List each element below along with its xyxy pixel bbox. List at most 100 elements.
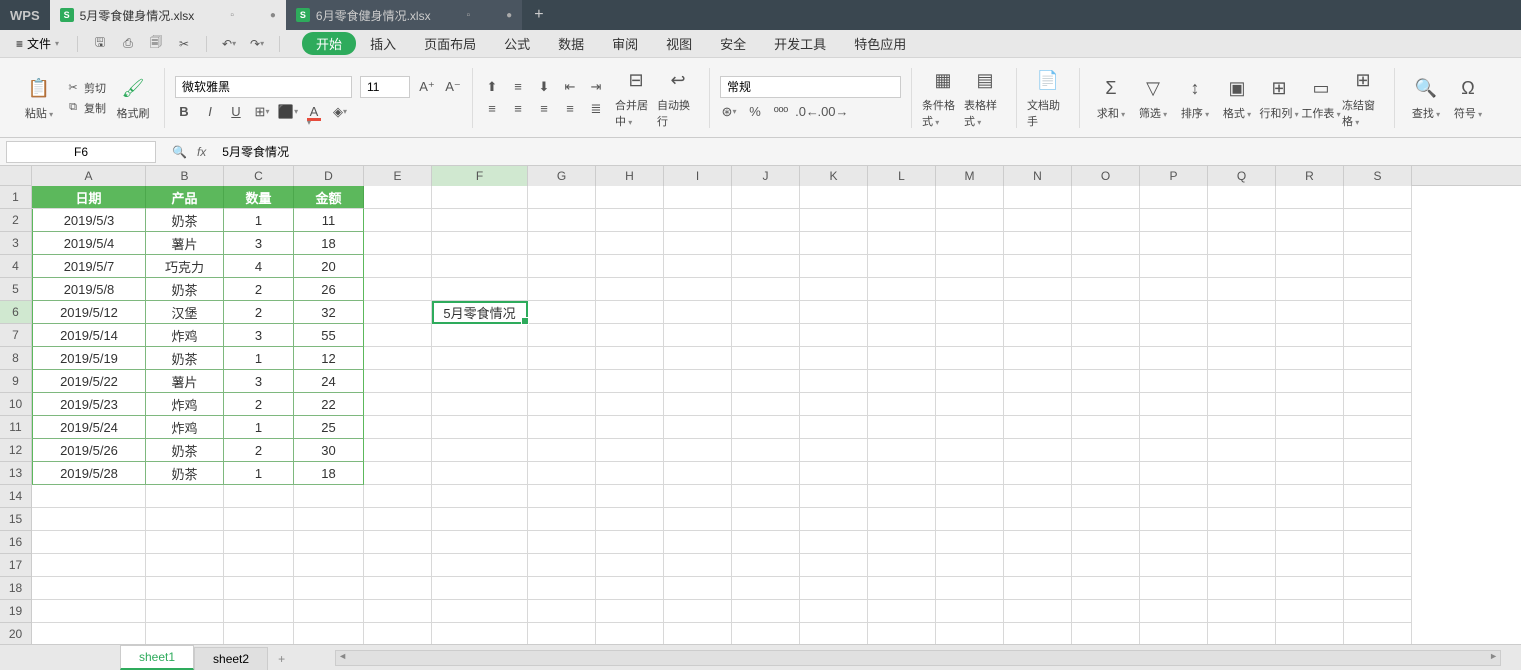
sheet-tab-2[interactable]: sheet2 (194, 647, 268, 670)
cell[interactable] (1072, 577, 1140, 600)
cell[interactable] (664, 439, 732, 462)
cell[interactable] (528, 186, 596, 209)
format-painter-button[interactable]: 🖌 格式刷 (112, 75, 154, 121)
cell[interactable] (1208, 370, 1276, 393)
cell[interactable] (1344, 278, 1412, 301)
cell[interactable]: 奶茶 (146, 462, 224, 485)
cell[interactable]: 奶茶 (146, 278, 224, 301)
cut-button[interactable]: ✂剪切 (66, 80, 106, 96)
cell[interactable] (1276, 554, 1344, 577)
cell[interactable]: 11 (294, 209, 364, 232)
cell[interactable] (732, 554, 800, 577)
column-header-M[interactable]: M (936, 166, 1004, 186)
cell[interactable]: 2019/5/19 (32, 347, 146, 370)
tab-close-icon[interactable]: ● (270, 10, 276, 21)
cell[interactable] (732, 462, 800, 485)
cell[interactable] (596, 577, 664, 600)
cell[interactable] (294, 623, 364, 644)
decimal-inc-icon[interactable]: .0← (798, 104, 816, 120)
cell[interactable]: 20 (294, 255, 364, 278)
cell[interactable] (1004, 600, 1072, 623)
cell[interactable]: 产品 (146, 186, 224, 209)
cell[interactable] (1344, 577, 1412, 600)
cell[interactable] (1140, 600, 1208, 623)
thousand-icon[interactable]: ººº (772, 104, 790, 120)
cell[interactable]: 2 (224, 301, 294, 324)
cell[interactable] (1344, 301, 1412, 324)
cell[interactable] (800, 324, 868, 347)
column-header-P[interactable]: P (1140, 166, 1208, 186)
percent-icon[interactable]: % (746, 104, 764, 120)
cell[interactable] (664, 278, 732, 301)
cell[interactable] (1140, 462, 1208, 485)
cell[interactable] (528, 416, 596, 439)
cell[interactable] (664, 577, 732, 600)
column-header-F[interactable]: F (432, 166, 528, 186)
cell[interactable]: 2019/5/26 (32, 439, 146, 462)
cell[interactable] (1276, 232, 1344, 255)
font-size-select[interactable] (360, 76, 410, 98)
filter-button[interactable]: ▽筛选 (1132, 75, 1174, 121)
cell[interactable] (432, 439, 528, 462)
cell[interactable] (32, 554, 146, 577)
cell[interactable] (868, 554, 936, 577)
row-header-16[interactable]: 16 (0, 531, 32, 554)
cell[interactable]: 汉堡 (146, 301, 224, 324)
cell[interactable] (528, 508, 596, 531)
cell[interactable] (1004, 416, 1072, 439)
cell[interactable] (364, 393, 432, 416)
cell[interactable] (32, 577, 146, 600)
cell[interactable] (432, 347, 528, 370)
cell[interactable] (732, 370, 800, 393)
cell[interactable] (1344, 232, 1412, 255)
worksheet-button[interactable]: ▭工作表 (1300, 75, 1342, 121)
row-header-15[interactable]: 15 (0, 508, 32, 531)
cell[interactable]: 日期 (32, 186, 146, 209)
column-header-O[interactable]: O (1072, 166, 1140, 186)
cell[interactable] (936, 531, 1004, 554)
cell[interactable] (1276, 209, 1344, 232)
format-button[interactable]: ▣格式 (1216, 75, 1258, 121)
cell[interactable] (364, 416, 432, 439)
cell[interactable] (1072, 209, 1140, 232)
cell[interactable] (596, 301, 664, 324)
paste-button[interactable]: 📋 粘贴 (18, 75, 60, 121)
cell[interactable] (664, 600, 732, 623)
cell[interactable] (364, 554, 432, 577)
row-header-7[interactable]: 7 (0, 324, 32, 347)
cell[interactable] (664, 508, 732, 531)
cell[interactable] (936, 186, 1004, 209)
cell[interactable] (664, 485, 732, 508)
cell[interactable] (432, 600, 528, 623)
number-format-select[interactable] (720, 76, 901, 98)
cell[interactable]: 5月零食情况 (432, 301, 528, 324)
cell[interactable]: 2019/5/8 (32, 278, 146, 301)
sort-button[interactable]: ↕排序 (1174, 75, 1216, 121)
cell[interactable] (596, 232, 664, 255)
cell[interactable] (596, 600, 664, 623)
cell[interactable] (800, 462, 868, 485)
align-bottom-icon[interactable]: ⬇ (535, 79, 553, 95)
cell[interactable] (294, 577, 364, 600)
tab-restore-icon[interactable]: ▫ (467, 10, 471, 21)
document-tab-2[interactable]: S 6月零食健身情况.xlsx ▫ ● (286, 0, 522, 30)
cell[interactable] (936, 554, 1004, 577)
cell[interactable] (432, 577, 528, 600)
indent-increase-icon[interactable]: ⇥ (587, 79, 605, 95)
copy-button[interactable]: ⧉复制 (66, 100, 106, 116)
cell[interactable] (432, 416, 528, 439)
cell[interactable] (1276, 623, 1344, 644)
merge-center-button[interactable]: ⊟ 合并居中 (615, 67, 657, 129)
cell[interactable] (1276, 370, 1344, 393)
cell[interactable] (1344, 347, 1412, 370)
cell[interactable] (1208, 485, 1276, 508)
tab-special[interactable]: 特色应用 (840, 30, 920, 57)
cell[interactable] (146, 531, 224, 554)
cond-format-button[interactable]: ▦条件格式 (922, 67, 964, 129)
cell[interactable] (1208, 186, 1276, 209)
row-header-8[interactable]: 8 (0, 347, 32, 370)
cell[interactable] (664, 370, 732, 393)
cell[interactable]: 1 (224, 416, 294, 439)
cell[interactable] (1072, 416, 1140, 439)
column-header-N[interactable]: N (1004, 166, 1072, 186)
